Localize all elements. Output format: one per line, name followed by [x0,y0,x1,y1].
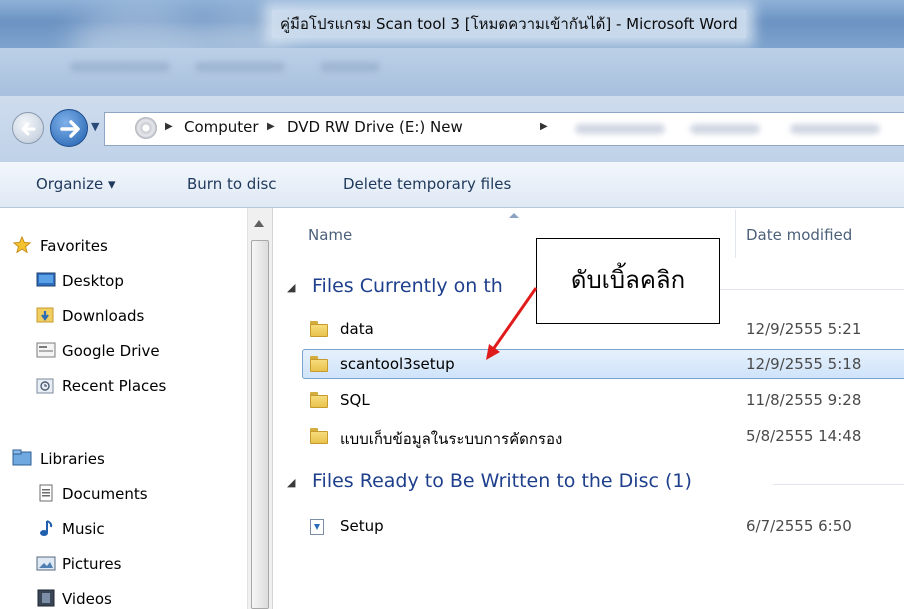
nav-item-desktop[interactable]: Desktop [62,272,124,290]
folder-icon [310,392,328,408]
navigation-pane [0,208,247,609]
file-name: Setup [340,517,384,535]
folder-icon [310,321,328,337]
breadcrumb-dvd-drive[interactable]: DVD RW Drive (E:) New [287,118,463,136]
annotation-text: ดับเบิ้ลคลิก [570,266,686,294]
group-header-current[interactable]: Files Currently on th [312,275,503,297]
file-row-selected[interactable]: scantool3setup 12/9/2555 5:18 [302,349,904,379]
file-row[interactable]: Setup 6/7/2555 6:50 [302,511,904,541]
back-arrow-icon [21,122,36,136]
blurred-tab [70,62,170,72]
delete-temporary-files-button[interactable]: Delete temporary files [343,175,511,193]
blurred-search [790,124,880,134]
breadcrumb-separator-icon[interactable]: ▶ [165,121,173,132]
organize-button[interactable]: Organize ▾ [36,175,116,193]
navigation-pane-scrollbar[interactable] [247,208,273,609]
downloads-icon [36,307,54,323]
blurred-search [690,124,760,134]
desktop-icon [36,272,56,287]
scrollbar-thumb[interactable] [251,240,269,609]
file-date: 6/7/2555 6:50 [746,517,852,535]
nav-item-videos[interactable]: Videos [62,590,112,608]
column-divider[interactable] [735,210,736,258]
group-collapse-icon[interactable]: ◢ [287,476,295,489]
blurred-search [575,124,665,134]
forward-button[interactable] [50,109,88,147]
breadcrumb-computer[interactable]: Computer [184,118,259,136]
breadcrumb-separator-icon[interactable]: ▶ [267,121,275,132]
documents-icon [39,484,53,502]
recent-pages-dropdown-icon[interactable]: ▼ [91,120,99,133]
blurred-tab [195,62,285,72]
file-row[interactable]: SQL 11/8/2555 9:28 [302,385,904,415]
file-date: 12/9/2555 5:21 [746,320,862,338]
title-bar-glow [70,10,210,48]
group-header-ready[interactable]: Files Ready to Be Written to the Disc (1… [312,470,692,492]
breadcrumb-separator-icon[interactable]: ▶ [540,121,548,132]
file-name: scantool3setup [340,355,455,373]
nav-item-downloads[interactable]: Downloads [62,307,144,325]
back-button[interactable] [12,112,44,144]
nav-item-documents[interactable]: Documents [62,485,148,503]
column-name-header[interactable]: Name [308,226,352,244]
file-date: 11/8/2555 9:28 [746,391,862,409]
file-name: แบบเก็บข้อมูลในระบบการคัดกรอง [340,430,563,448]
videos-icon [37,589,55,607]
blurred-tab [320,62,380,72]
blurred-ribbon-band [0,48,904,96]
pictures-icon [36,556,56,571]
file-name: data [340,320,374,338]
libraries-icon [12,449,32,466]
forward-arrow-icon [60,120,80,138]
google-drive-icon [36,342,56,358]
group-collapse-icon[interactable]: ◢ [287,281,295,294]
nav-libraries-header[interactable]: Libraries [40,450,105,468]
file-date: 12/9/2555 5:18 [746,355,862,373]
file-row[interactable]: แบบเก็บข้อมูลในระบบการคัดกรอง 5/8/2555 1… [302,421,904,451]
scroll-up-arrow-icon[interactable] [254,220,264,227]
music-icon [40,520,53,536]
nav-item-music[interactable]: Music [62,520,105,538]
column-date-modified-header[interactable]: Date modified [746,226,852,244]
window-title: คู่มือโปรแกรม Scan tool 3 [โหมดความเข้าก… [272,10,746,38]
folder-icon [310,356,328,372]
group-divider-line [773,484,904,485]
sort-ascending-icon [509,213,519,218]
favorites-star-icon [12,236,32,254]
group-divider-line [720,289,904,290]
burn-to-disc-button[interactable]: Burn to disc [187,175,277,193]
file-name: SQL [340,391,370,409]
title-bar: คู่มือโปรแกรม Scan tool 3 [โหมดความเข้าก… [0,0,904,48]
dvd-drive-icon [135,117,157,139]
nav-item-recent-places[interactable]: Recent Places [62,377,166,395]
nav-item-pictures[interactable]: Pictures [62,555,121,573]
nav-favorites-header[interactable]: Favorites [40,237,108,255]
recent-places-icon [36,378,54,394]
file-date: 5/8/2555 14:48 [746,427,862,445]
setup-installer-icon [310,519,324,535]
nav-item-google-drive[interactable]: Google Drive [62,342,160,360]
folder-icon [310,428,328,444]
